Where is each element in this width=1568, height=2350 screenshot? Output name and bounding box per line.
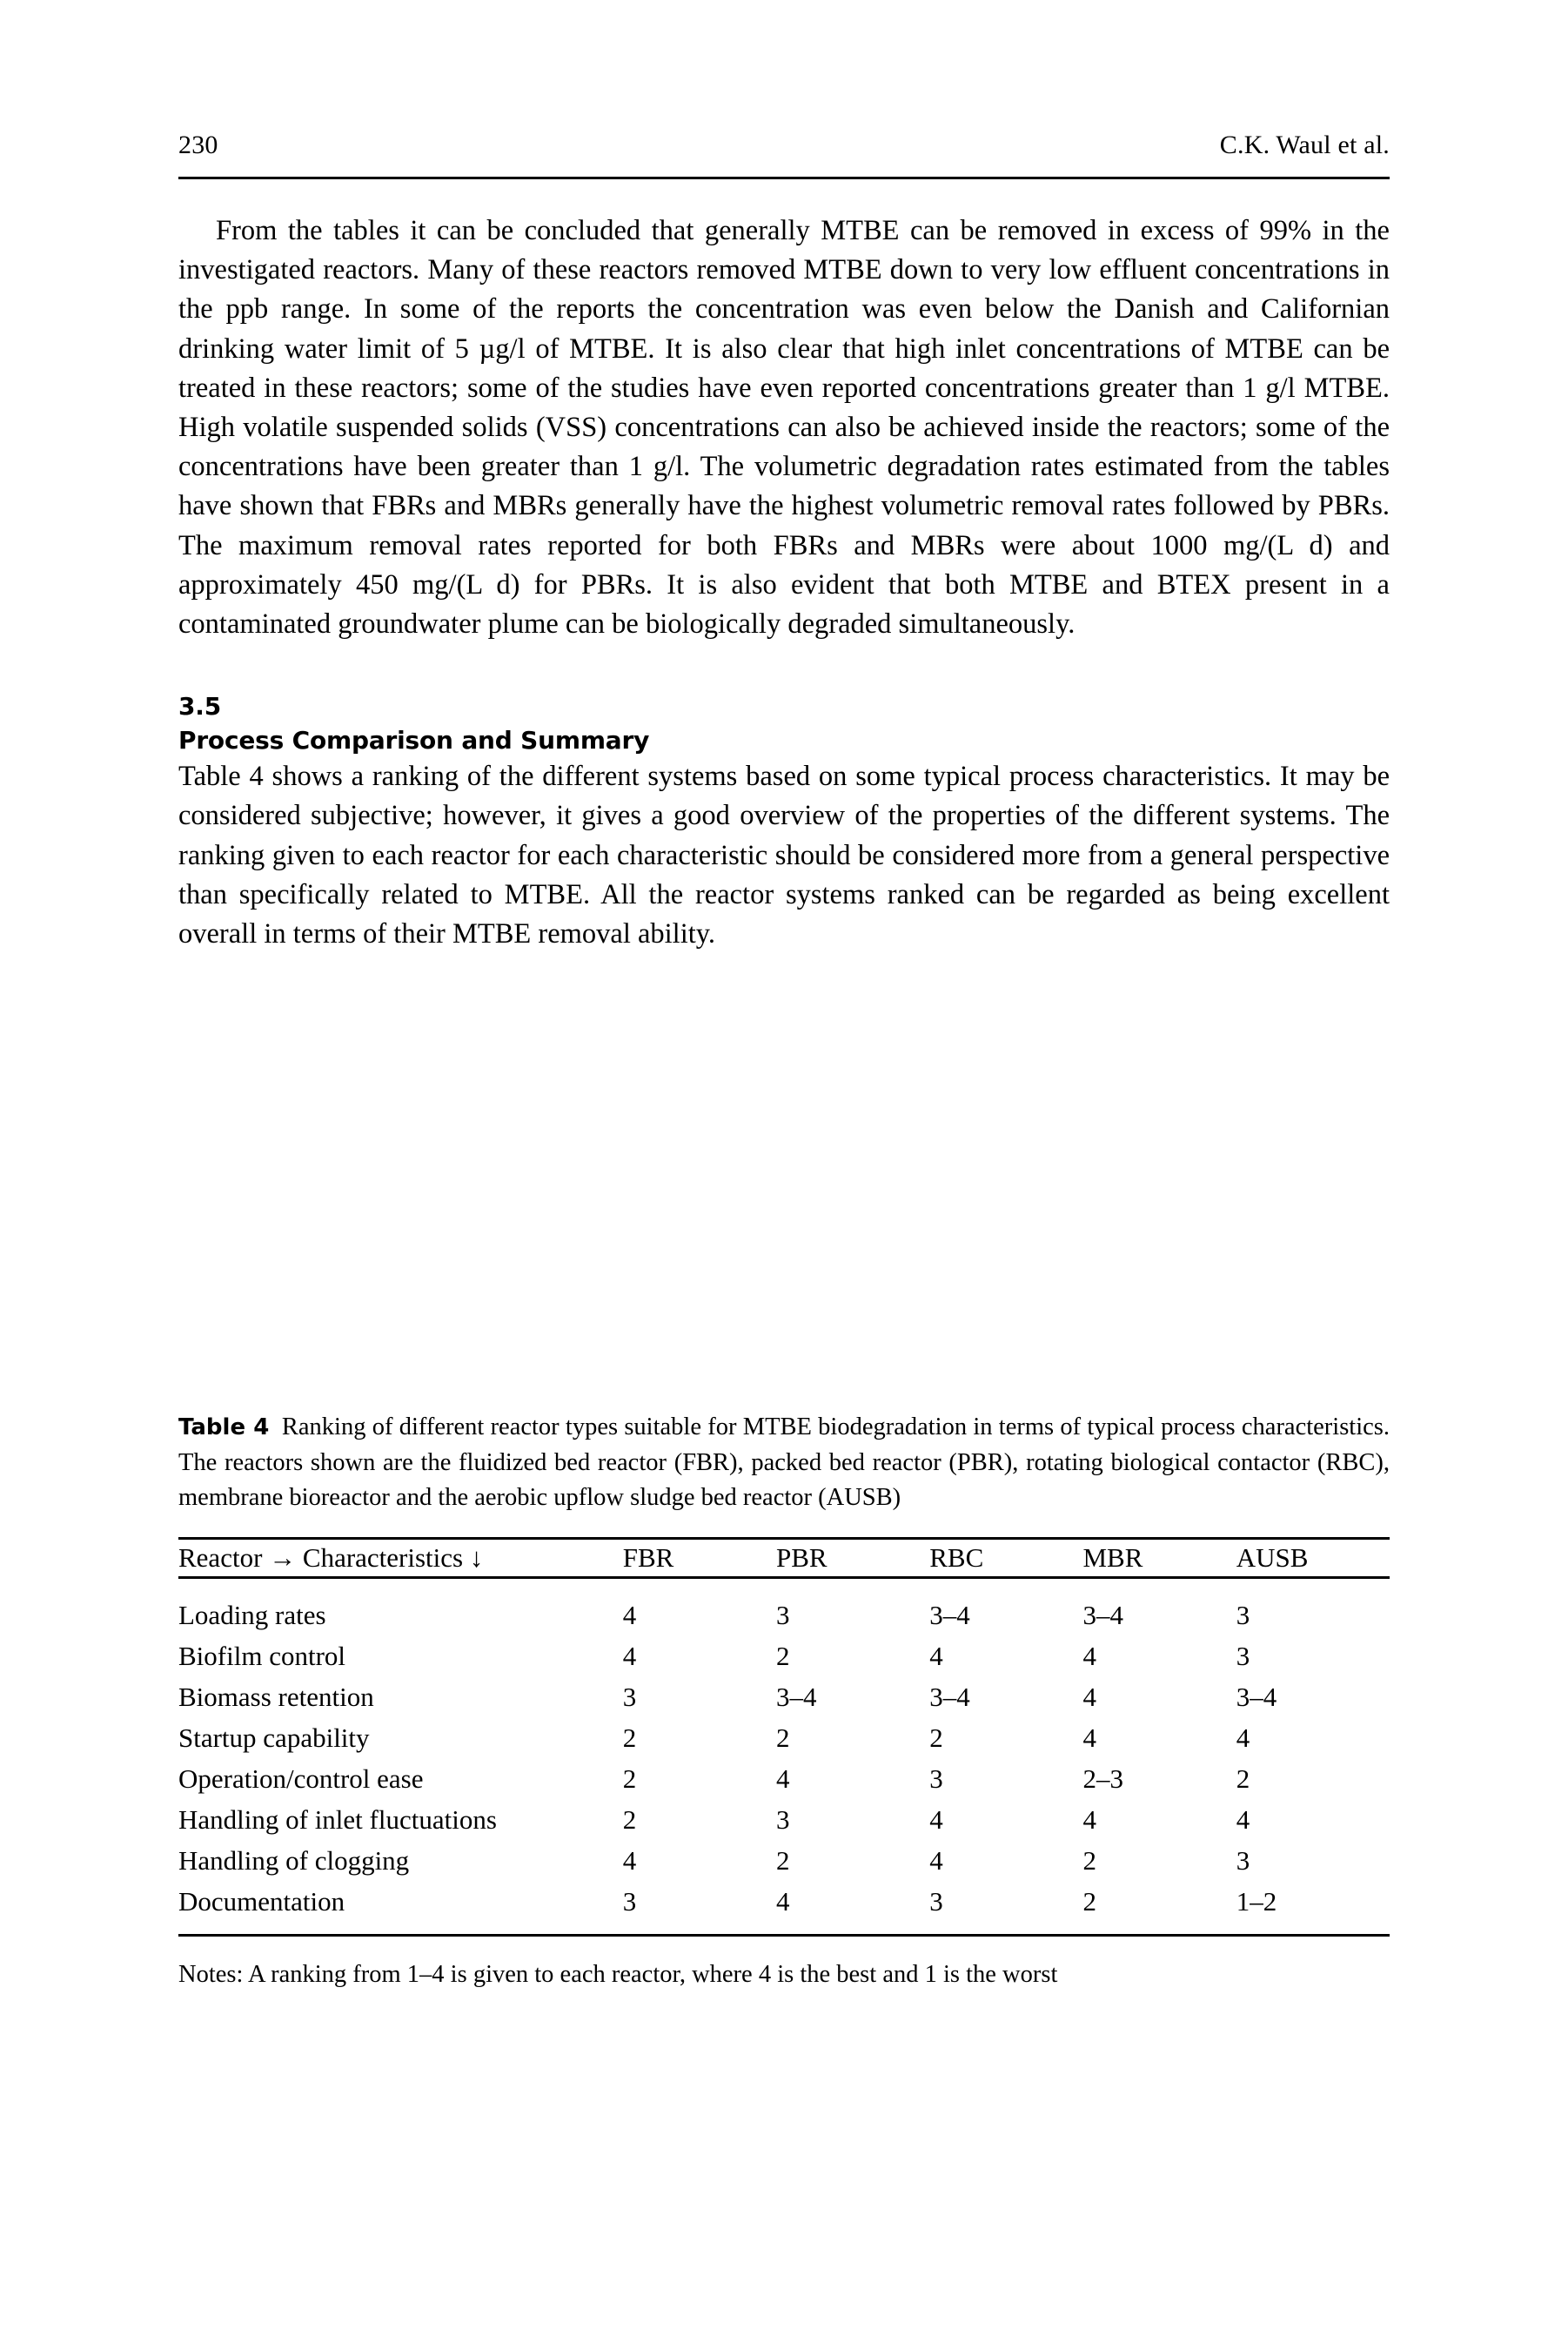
cell-fbr: 2 (622, 1762, 637, 1794)
cell-fbr: 4 (622, 1640, 637, 1671)
table-header-row: Reactor → Characteristics ↓ FBR PBR RBC … (178, 1538, 1390, 1577)
cell-mbr: 4 (1082, 1722, 1096, 1753)
row-label: Loading rates (178, 1599, 326, 1630)
cell-pbr: 2 (775, 1722, 790, 1753)
cell-rbc: 3–4 (929, 1599, 970, 1630)
cell-rbc: 4 (929, 1640, 943, 1671)
cell-rbc: 3 (929, 1762, 943, 1794)
cell-pbr: 3 (775, 1599, 790, 1630)
running-head-authors: C.K. Waul et al. (1219, 131, 1390, 159)
cell-pbr: 4 (775, 1762, 790, 1794)
column-header-rbc: RBC (929, 1541, 984, 1573)
page-number: 230 (178, 131, 218, 159)
cell-ausb: 4 (1236, 1803, 1250, 1835)
table-row: Biofilm control 4 2 4 4 3 (178, 1635, 1390, 1676)
stub-header-characteristics: Characteristics ↓ (302, 1541, 484, 1573)
table-head: Reactor → Characteristics ↓ FBR PBR RBC … (178, 1538, 1390, 1577)
cell-rbc: 3–4 (929, 1681, 970, 1712)
cell-pbr: 2 (775, 1640, 790, 1671)
cell-ausb: 3 (1236, 1844, 1250, 1876)
table-block: Table 4 Ranking of different reactor typ… (178, 1410, 1390, 1992)
row-label: Handling of inlet fluctuations (178, 1803, 497, 1835)
cell-mbr: 4 (1082, 1640, 1096, 1671)
cell-ausb: 1–2 (1236, 1885, 1277, 1917)
cell-ausb: 4 (1236, 1722, 1250, 1753)
cell-mbr: 4 (1082, 1803, 1096, 1835)
cell-fbr: 2 (622, 1722, 637, 1753)
paragraph-1: From the tables it can be concluded that… (178, 215, 1390, 641)
stub-header-reactor: Reactor → (178, 1541, 297, 1573)
ranking-table: Reactor → Characteristics ↓ FBR PBR RBC … (178, 1537, 1390, 1937)
cell-fbr: 4 (622, 1599, 637, 1630)
cell-rbc: 4 (929, 1844, 943, 1876)
column-header-mbr: MBR (1082, 1541, 1143, 1573)
row-label: Startup capability (178, 1722, 370, 1753)
column-header-ausb: AUSB (1236, 1541, 1309, 1573)
cell-mbr: 2 (1082, 1885, 1096, 1917)
document-page: 230 C.K. Waul et al. From the tables it … (0, 0, 1568, 2350)
table-row: Documentation 3 4 3 2 1–2 (178, 1881, 1390, 1935)
cell-fbr: 3 (622, 1885, 637, 1917)
table-row: Operation/control ease 2 4 3 2–3 2 (178, 1758, 1390, 1799)
section-title: Process Comparison and Summary (178, 726, 650, 755)
cell-fbr: 3 (622, 1681, 637, 1712)
cell-rbc: 2 (929, 1722, 943, 1753)
running-head: 230 C.K. Waul et al. (178, 131, 1390, 160)
table-caption-text: Ranking of different reactor types suita… (178, 1413, 1390, 1511)
table-stub-header: Reactor → Characteristics ↓ (178, 1538, 623, 1577)
running-head-rule (178, 177, 1390, 179)
table-row: Handling of clogging 4 2 4 2 3 (178, 1840, 1390, 1881)
cell-rbc: 3 (929, 1885, 943, 1917)
table-notes: Notes: A ranking from 1–4 is given to ea… (178, 1960, 1058, 1988)
cell-pbr: 4 (775, 1885, 790, 1917)
cell-fbr: 4 (622, 1844, 637, 1876)
cell-ausb: 3 (1236, 1599, 1250, 1630)
cell-ausb: 3 (1236, 1640, 1250, 1671)
cell-fbr: 2 (622, 1803, 637, 1835)
row-label: Documentation (178, 1885, 345, 1917)
column-header-pbr: PBR (775, 1541, 828, 1573)
paragraph-2: Table 4 shows a ranking of the different… (178, 761, 1390, 950)
section-number: 3.5 (178, 692, 222, 722)
cell-mbr: 2 (1082, 1844, 1096, 1876)
cell-mbr: 3–4 (1082, 1599, 1123, 1630)
table-label: Table 4 (178, 1414, 270, 1440)
table-caption: Table 4 Ranking of different reactor typ… (178, 1410, 1390, 1516)
page-content: From the tables it can be concluded that… (178, 212, 1390, 954)
cell-pbr: 3 (775, 1803, 790, 1835)
row-label: Operation/control ease (178, 1762, 424, 1794)
cell-pbr: 3–4 (775, 1681, 817, 1712)
row-label: Handling of clogging (178, 1844, 410, 1876)
table-body: Loading rates 4 3 3–4 3–4 3 Biofilm cont… (178, 1577, 1390, 1935)
column-header-fbr: FBR (622, 1541, 674, 1573)
table-row: Loading rates 4 3 3–4 3–4 3 (178, 1577, 1390, 1635)
cell-pbr: 2 (775, 1844, 790, 1876)
section-heading: 3.5 Process Comparison and Summary (178, 689, 1390, 757)
cell-mbr: 4 (1082, 1681, 1096, 1712)
table-row: Biomass retention 3 3–4 3–4 4 3–4 (178, 1676, 1390, 1717)
cell-ausb: 2 (1236, 1762, 1250, 1794)
table-row: Startup capability 2 2 2 4 4 (178, 1717, 1390, 1758)
cell-mbr: 2–3 (1082, 1762, 1123, 1794)
cell-rbc: 4 (929, 1803, 943, 1835)
row-label: Biofilm control (178, 1640, 346, 1671)
table-row: Handling of inlet fluctuations 2 3 4 4 4 (178, 1799, 1390, 1840)
row-label: Biomass retention (178, 1681, 374, 1712)
cell-ausb: 3–4 (1236, 1681, 1277, 1712)
